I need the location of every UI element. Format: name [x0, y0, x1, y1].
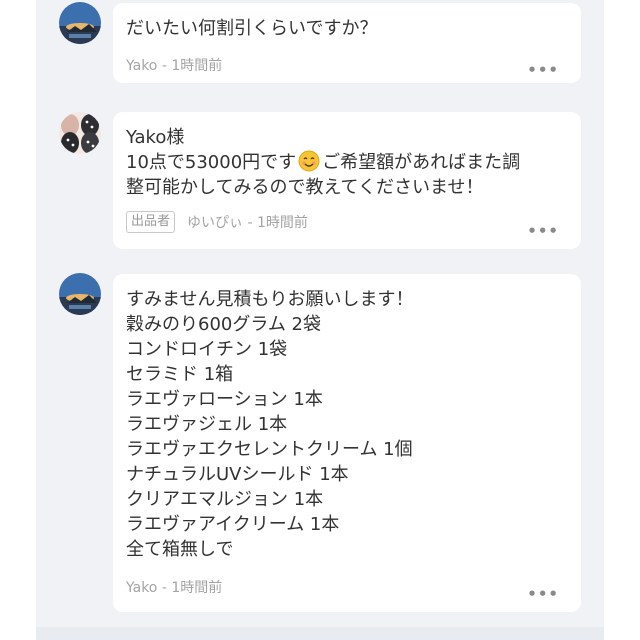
comment-text-line: ナチュラルUVシールド 1本	[126, 464, 349, 485]
comment-text-line: すみません見積もりお願いします！	[126, 289, 414, 310]
comment-author-time: Yako - 1時間前	[126, 58, 223, 74]
more-dots-icon[interactable]: •••	[527, 61, 559, 79]
comment-text: だいたい何割引くらいですか？	[126, 18, 378, 39]
comment-card: すみません見積もりお願いします！ 穀みのり600グラム 2袋 コンドロイチン 1…	[113, 274, 581, 612]
smiling-face-emoji	[298, 150, 320, 172]
comment-text-line: コンドロイチン 1袋	[126, 339, 288, 360]
comment-text-line: Yako様	[126, 127, 185, 148]
more-dots-icon[interactable]: •••	[527, 222, 559, 240]
buyer-avatar[interactable]	[59, 2, 101, 44]
bottom-divider	[36, 627, 604, 640]
comment-text-line: セラミド 1箱	[126, 364, 234, 385]
comment-author-time: Yako - 1時間前	[126, 580, 223, 596]
comment-text-line: ラエヴァジェル 1本	[126, 414, 288, 435]
request-text: ご希望額があればまた調	[322, 152, 521, 173]
seller-badge: 出品者	[126, 211, 176, 233]
price-text: 10点で53000円です	[126, 152, 297, 173]
comment-meta: Yako - 1時間前	[126, 55, 222, 75]
comment-card: Yako様 10点で53000円です ご希望額があればまた調 整可能かしてみるので…	[113, 112, 581, 249]
comment-text-line: 10点で53000円です ご希望額があればまた調	[126, 150, 520, 175]
comment-meta: 出品者 ゆいぴぃ - 1時間前	[126, 211, 308, 233]
comment-text-line: ラエヴァローション 1本	[126, 389, 323, 410]
comment-author-time: ゆいぴぃ - 1時間前	[187, 215, 308, 231]
seller-avatar[interactable]	[59, 112, 101, 154]
comment-text-line: ラエヴァアイクリーム 1本	[126, 514, 340, 535]
comment-text-line: 全て箱無しで	[126, 539, 234, 560]
more-dots-icon[interactable]: •••	[527, 585, 559, 603]
comment-text-line: 穀みのり600グラム 2袋	[126, 314, 321, 335]
comment-text-line: クリアエマルジョン 1本	[126, 489, 324, 510]
comment-text: すみません見積もりお願いします！ 穀みのり600グラム 2袋 コンドロイチン 1…	[126, 287, 413, 562]
comment-text-line: 整可能かしてみるので教えてくださいませ！	[126, 177, 484, 198]
comment-card: だいたい何割引くらいですか？ Yako - 1時間前 •••	[113, 3, 581, 83]
comment-meta: Yako - 1時間前	[126, 577, 222, 597]
comment-text-line: ラエヴァエクセレントクリーム 1個	[126, 439, 413, 460]
buyer-avatar[interactable]	[59, 273, 101, 315]
